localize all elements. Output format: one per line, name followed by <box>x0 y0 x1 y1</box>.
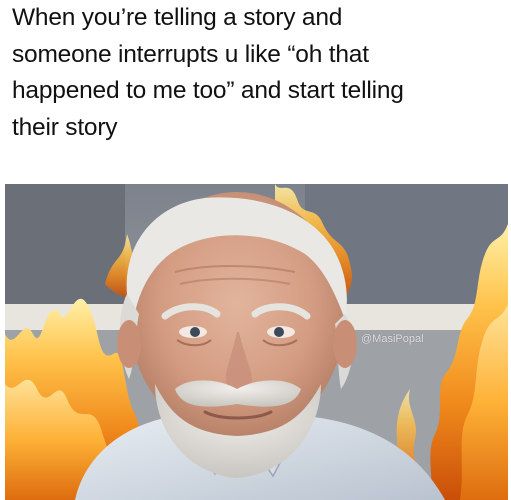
caption-line-3: happened to me too” and start telling <box>12 77 404 104</box>
meme-caption: When you’re telling a story and someone … <box>12 0 507 146</box>
meme-photo-illustration <box>5 184 508 500</box>
caption-line-4: their story <box>12 113 118 141</box>
meme-photo: @MasiPopal <box>5 184 508 500</box>
meme-post: When you’re telling a story and someone … <box>0 0 511 500</box>
watermark-text: @MasiPopal <box>361 333 424 345</box>
caption-line-2: someone interrupts u like “oh that <box>12 40 369 68</box>
caption-line-1: When you’re telling a story and <box>12 4 343 31</box>
